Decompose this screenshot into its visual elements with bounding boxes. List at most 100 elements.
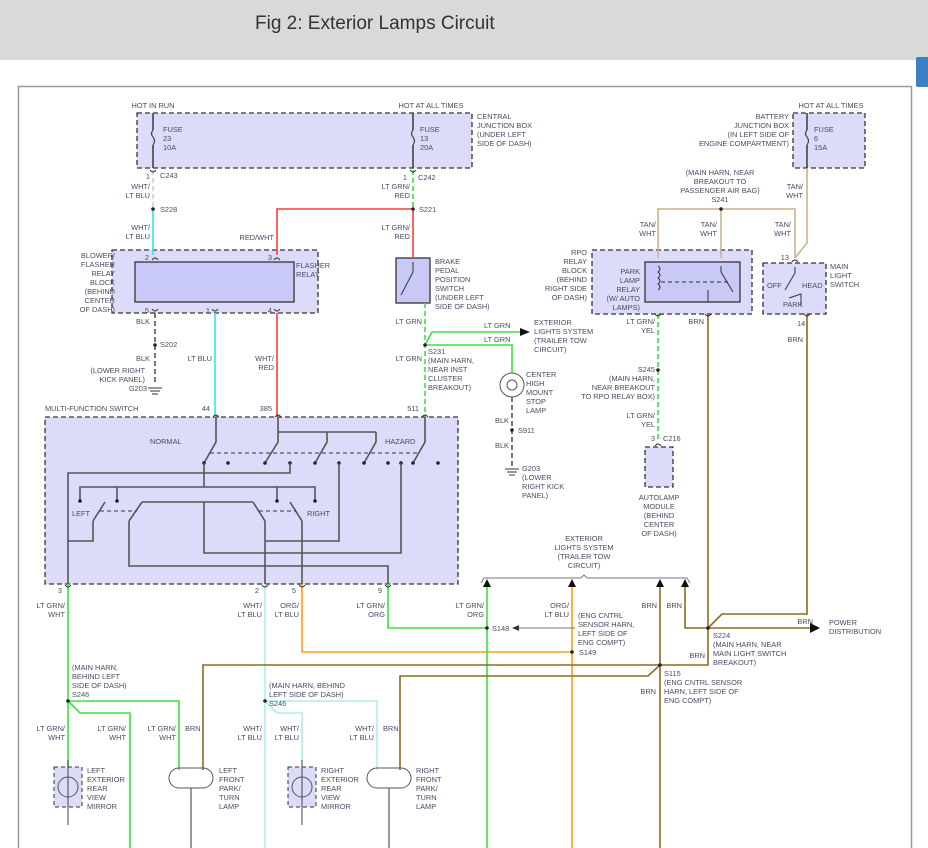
label-line: 13: [781, 253, 789, 262]
right-front-lamp-icon: [366, 767, 412, 789]
label-pin-511: 511: [407, 404, 419, 413]
splice-s115: [658, 663, 662, 667]
label-hazard: HAZARD: [385, 437, 415, 446]
label-flasher-relay: FLASHER RELAY: [296, 261, 330, 279]
splice-s221: [411, 207, 415, 211]
label-line: RELAY: [563, 257, 587, 266]
label-line: FUSE: [814, 125, 834, 134]
label-line: RIGHT: [321, 766, 344, 775]
label-line: BRN: [688, 317, 704, 326]
label-s246-l: (MAIN HARN, BEHIND LEFT SIDE OF DASH) S246: [72, 663, 127, 699]
label-line: TURN: [416, 793, 437, 802]
label-line: MIRROR: [321, 802, 351, 811]
label-line: HEAD: [802, 281, 823, 290]
label-s246-r: (MAIN HARN, BEHIND LEFT SIDE OF DASH) S246: [269, 681, 345, 708]
label-c216: C216: [663, 434, 681, 443]
label-line: YEL: [641, 326, 655, 335]
label-kick-panel: (LOWER RIGHT KICK PANEL): [90, 366, 145, 384]
label-c243-pin: 1: [146, 172, 150, 181]
label-pin-9: 9: [378, 586, 382, 595]
label-line: G203: [129, 384, 147, 393]
splice-dot: [263, 461, 267, 465]
label-w-ltgrn-a: LT GRN: [396, 317, 422, 326]
label-line: RED/WHT: [240, 233, 275, 242]
label-line: LT BLU: [188, 354, 212, 363]
label-line: S228: [160, 205, 177, 214]
label-line: LT GRN: [396, 317, 422, 326]
label-line: 13: [420, 134, 428, 143]
label-pin-r5: 5: [145, 306, 149, 315]
label-line: LT GRN/: [456, 601, 485, 610]
label-line: LT GRN/: [357, 601, 386, 610]
label-g203-b: G203 (LOWER RIGHT KICK PANEL): [522, 464, 564, 500]
label-w-b3: LT GRN/WHT: [148, 724, 177, 742]
label-line: LT BLU: [238, 610, 262, 619]
label-pin-r4: 4: [268, 306, 272, 315]
label-line: POWER: [829, 618, 857, 627]
splice-s246-right: [263, 699, 267, 703]
label-line: SIDE OF DASH): [435, 302, 490, 311]
label-s148: S148: [492, 624, 509, 633]
battery-junction-box: [792, 112, 866, 169]
splice-s224: [706, 626, 710, 630]
label-line: (BEHIND: [557, 275, 587, 284]
label-line: PARK/: [219, 784, 242, 793]
label-s241: (MAIN HARN, NEAR BREAKOUT TO PASSENGER AIR…: [680, 168, 760, 204]
label-line: FUSE: [163, 125, 183, 134]
label-w-b4: BRN: [185, 724, 201, 733]
ground-icon: [505, 468, 519, 476]
label-line: PANEL): [522, 491, 548, 500]
label-line: HOT IN RUN: [132, 101, 175, 110]
label-w-orgltblu-2: ORG/LT BLU: [545, 601, 570, 619]
label-w-brn-ms: BRN: [787, 335, 803, 344]
label-line: BREAKOUT TO: [694, 177, 747, 186]
label-line: LT BLU: [275, 733, 299, 742]
label-line: BLOCK: [90, 278, 115, 287]
label-line: LT GRN: [396, 354, 422, 363]
label-w-b5: WHT/LT BLU: [238, 724, 263, 742]
label-line: LT GRN: [484, 335, 510, 344]
ground-icon: [148, 387, 162, 395]
label-line: RELAY: [616, 285, 640, 294]
wire: [399, 664, 661, 770]
label-w-ltgrn-top: LT GRN: [484, 321, 510, 330]
label-line: MULTI-FUNCTION SWITCH: [45, 404, 138, 413]
label-line: (MAIN HARN,: [609, 374, 655, 383]
label-line: FLASHER: [81, 260, 115, 269]
label-line: 2: [255, 586, 259, 595]
label-line: 5: [145, 306, 149, 315]
label-line: S911: [518, 426, 535, 435]
arrow-up-icon: [568, 579, 576, 587]
label-line: LT BLU: [545, 610, 569, 619]
splice-dot: [436, 461, 440, 465]
label-c216-pin: 3: [651, 434, 655, 443]
label-right-mirror: RIGHT EXTERIOR REAR VIEW MIRROR: [321, 766, 359, 811]
label-line: RED: [394, 191, 410, 200]
splice-s231: [423, 343, 427, 347]
label-line: HIGH: [526, 379, 544, 388]
label-line: MAIN LIGHT SWITCH: [713, 649, 786, 658]
label-line: VIEW: [321, 793, 340, 802]
label-line: (MAIN HARN,: [428, 356, 474, 365]
splice-s149: [570, 650, 574, 654]
label-line: BREAKOUT): [428, 383, 471, 392]
label-line: (MAIN HARN, NEAR: [713, 640, 782, 649]
label-line: LT GRN/: [382, 223, 411, 232]
label-line: 9: [378, 586, 382, 595]
label-line: 2: [145, 253, 149, 262]
label-line: BREAKOUT): [713, 658, 756, 667]
label-line: OF DASH): [80, 305, 115, 314]
label-w-ltgrnorg-1: LT GRN/ORG: [357, 601, 386, 619]
label-line: OFF: [767, 281, 782, 290]
label-w-orgltblu-1: ORG/LT BLU: [275, 601, 300, 619]
label-line: REAR: [87, 784, 108, 793]
label-line: MODULE: [643, 502, 675, 511]
label-line: EXTERIOR: [534, 318, 572, 327]
label-line: 20A: [420, 143, 433, 152]
label-line: LT GRN/: [627, 411, 656, 420]
label-line: NEAR INST: [428, 365, 468, 374]
arrow-up-icon: [483, 579, 491, 587]
wire: [684, 582, 810, 629]
label-line: 1: [146, 172, 150, 181]
label-w-ltgrnwht-1: LT GRN/WHT: [37, 601, 66, 619]
